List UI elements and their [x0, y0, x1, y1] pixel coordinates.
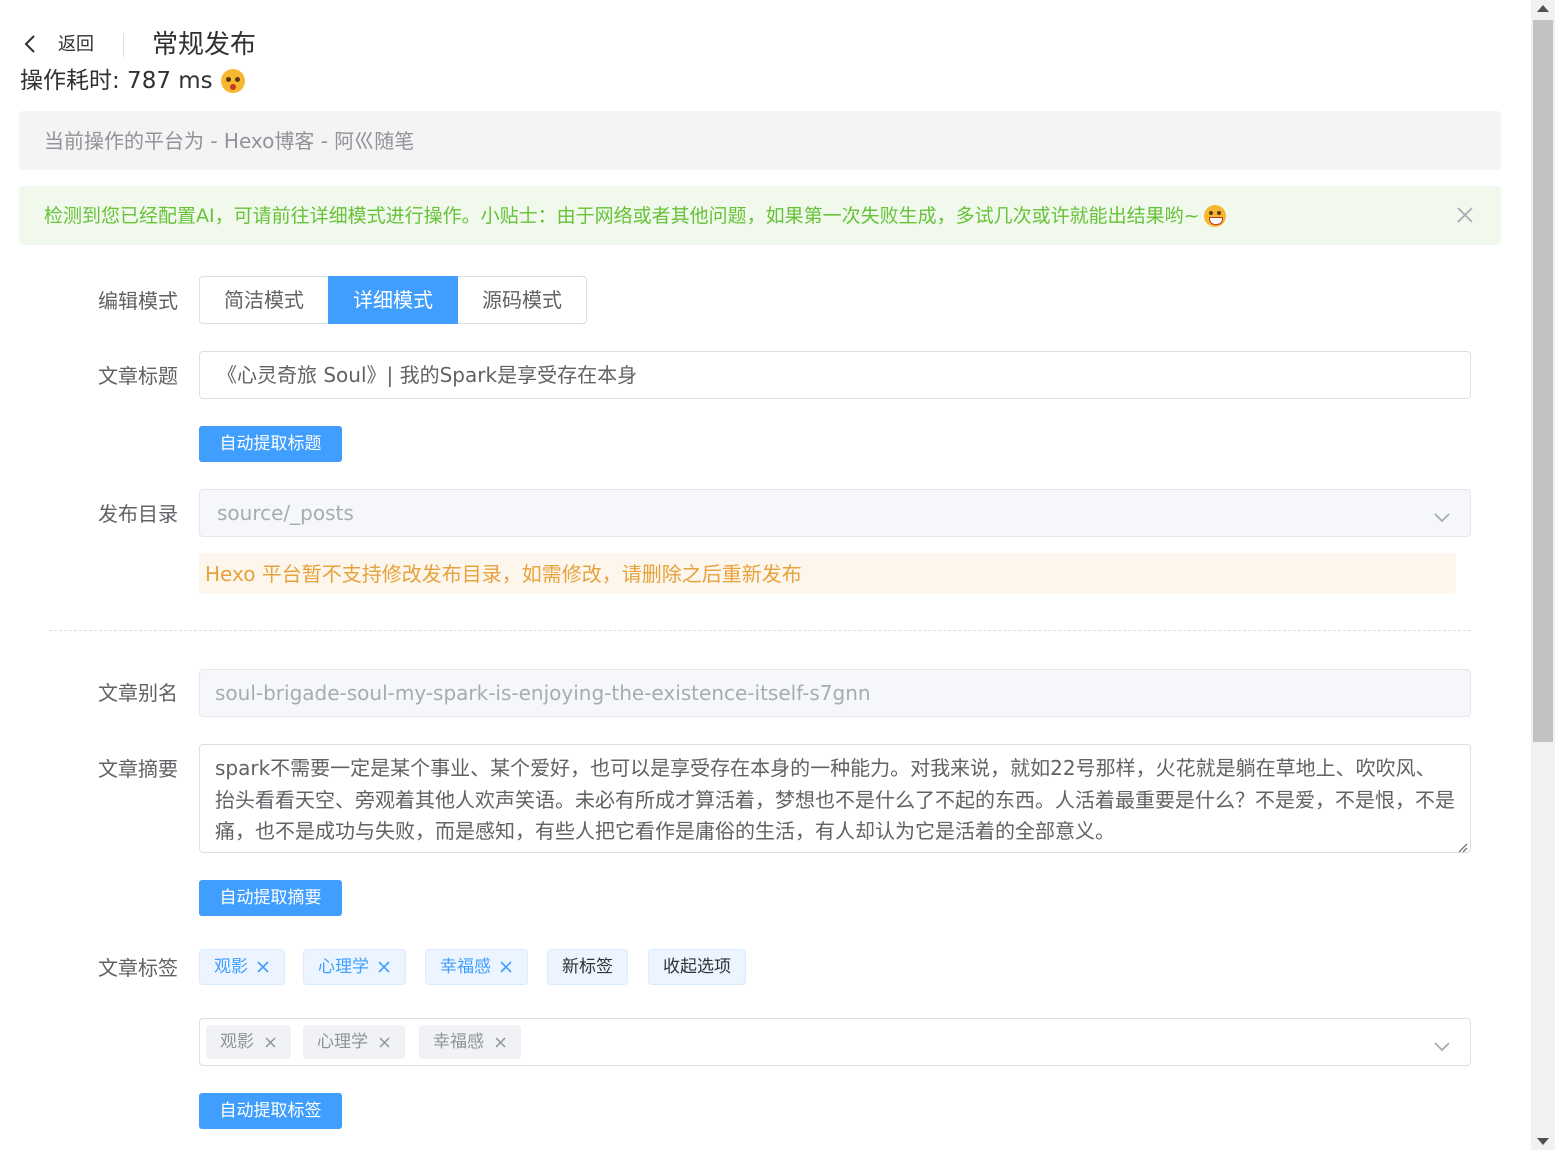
- scroll-up-arrow-icon[interactable]: [1537, 5, 1549, 12]
- header-divider: [123, 33, 124, 57]
- tags-label: 文章标签: [98, 956, 178, 980]
- new-tag-button[interactable]: 新标签: [547, 949, 628, 985]
- auto-tags-button[interactable]: 自动提取标签: [199, 1093, 342, 1129]
- tag-chip: 心理学: [303, 949, 406, 985]
- tag-text: 观影: [214, 957, 248, 977]
- directory-select[interactable]: source/_posts: [199, 489, 1471, 537]
- title-input[interactable]: 《心灵奇旅 Soul》| 我的Spark是享受存在本身: [199, 351, 1471, 399]
- platform-info-text: 当前操作的平台为 - Hexo博客 - 阿巛随笔: [44, 129, 415, 153]
- summary-label: 文章摘要: [98, 757, 178, 781]
- tag-text: 心理学: [318, 957, 369, 977]
- grinning-face-icon: [1203, 205, 1226, 227]
- selected-tag: 心理学: [303, 1025, 405, 1059]
- chevron-down-icon[interactable]: [1433, 1037, 1451, 1056]
- selected-tag: 观影: [206, 1025, 291, 1059]
- slug-input[interactable]: soul-brigade-soul-my-spark-is-enjoying-t…: [199, 669, 1471, 717]
- chevron-left-icon[interactable]: [22, 34, 38, 54]
- mode-source-button[interactable]: 源码模式: [457, 276, 587, 324]
- section-divider: [49, 630, 1471, 631]
- scrollbar-thumb[interactable]: [1533, 20, 1553, 742]
- close-icon[interactable]: [1456, 206, 1474, 224]
- close-icon[interactable]: [256, 960, 270, 974]
- chevron-down-icon: [1433, 508, 1451, 527]
- resize-handle-icon[interactable]: [1456, 838, 1468, 853]
- close-icon[interactable]: [264, 1036, 277, 1049]
- edit-mode-label: 编辑模式: [98, 289, 178, 313]
- selected-tag: 幸福感: [419, 1025, 521, 1059]
- directory-label: 发布目录: [98, 502, 178, 526]
- close-icon[interactable]: [494, 1036, 507, 1049]
- edit-mode-group: 简洁模式 详细模式 源码模式: [199, 276, 587, 324]
- back-button[interactable]: 返回: [58, 34, 94, 56]
- auto-summary-button[interactable]: 自动提取摘要: [199, 880, 342, 916]
- ai-alert-content: 检测到您已经配置AI，可请前往详细模式进行操作。小贴士：由于网络或者其他问题，如…: [44, 204, 1226, 228]
- tag-text: 幸福感: [440, 957, 491, 977]
- flushed-face-icon: [220, 69, 245, 93]
- timing-display: 操作耗时: 787 ms: [20, 66, 245, 96]
- scroll-down-arrow-icon[interactable]: [1537, 1138, 1549, 1145]
- collapse-options-button[interactable]: 收起选项: [648, 949, 746, 985]
- auto-title-button[interactable]: 自动提取标题: [199, 426, 342, 462]
- tag-chip: 观影: [199, 949, 285, 985]
- summary-textarea[interactable]: spark不需要一定是某个事业、某个爱好，也可以是享受存在本身的一种能力。对我来…: [199, 744, 1471, 853]
- close-icon[interactable]: [499, 960, 513, 974]
- slug-label: 文章别名: [98, 681, 178, 705]
- tag-chip: 幸福感: [425, 949, 528, 985]
- timing-text: 操作耗时: 787 ms: [20, 68, 213, 94]
- title-label: 文章标题: [98, 364, 178, 388]
- close-icon[interactable]: [377, 960, 391, 974]
- ai-alert-text: 检测到您已经配置AI，可请前往详细模式进行操作。小贴士：由于网络或者其他问题，如…: [44, 205, 1200, 227]
- selected-tag-text: 观影: [220, 1032, 254, 1052]
- page-title: 常规发布: [152, 30, 257, 60]
- selected-tag-text: 幸福感: [433, 1032, 484, 1052]
- mode-detailed-button[interactable]: 详细模式: [328, 276, 458, 324]
- close-icon[interactable]: [378, 1036, 391, 1049]
- directory-warning-text: Hexo 平台暂不支持修改发布目录，如需修改，请删除之后重新发布: [205, 562, 802, 586]
- mode-simple-button[interactable]: 简洁模式: [199, 276, 329, 324]
- selected-tag-text: 心理学: [317, 1032, 368, 1052]
